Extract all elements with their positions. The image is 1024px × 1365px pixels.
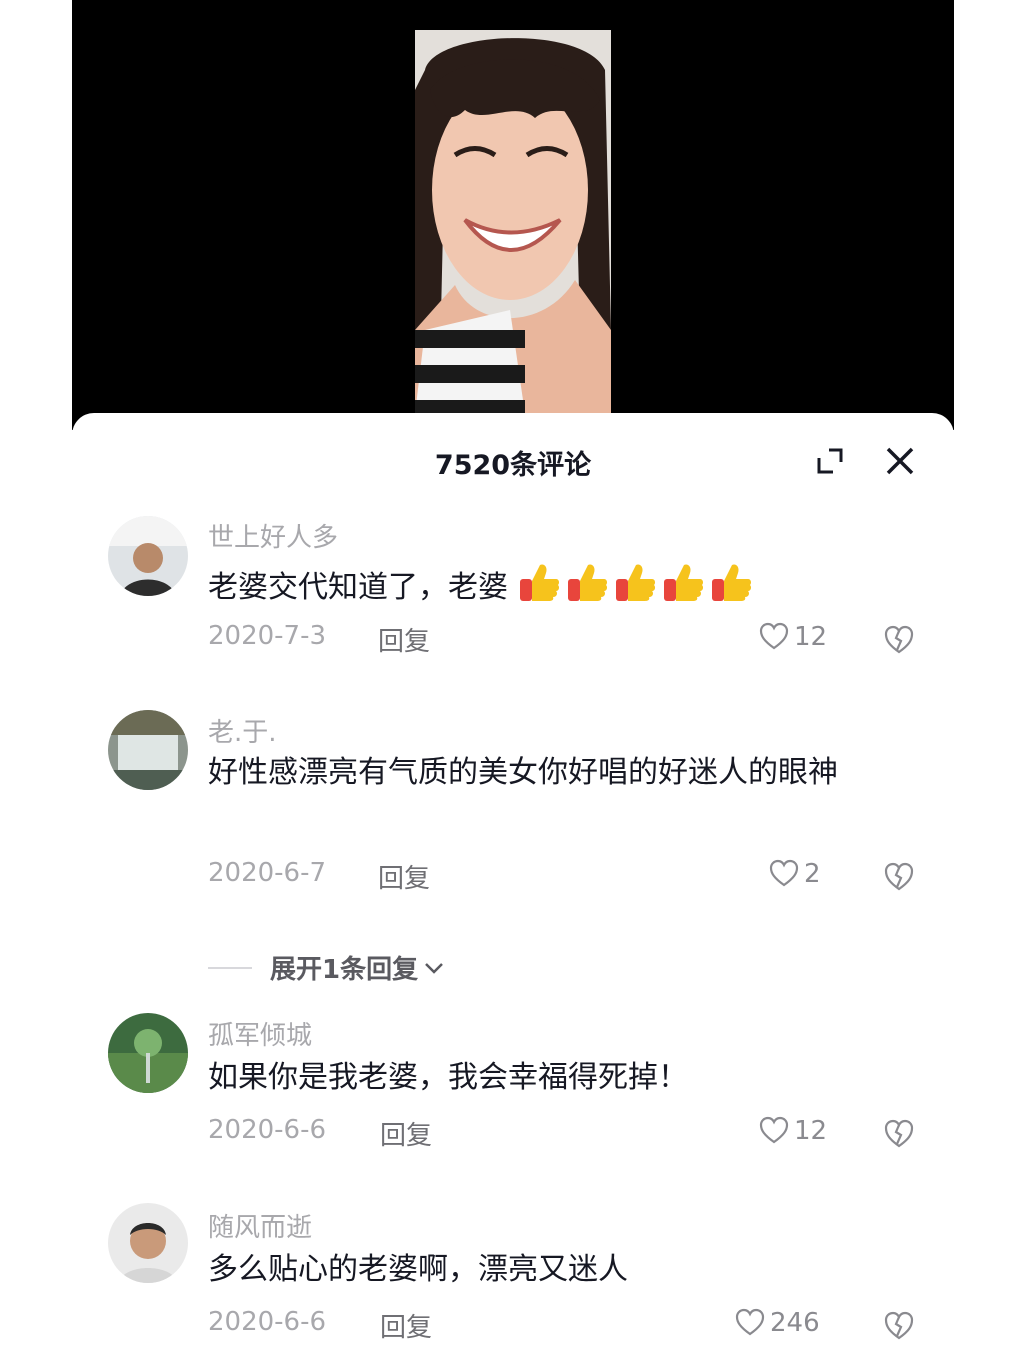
avatar-image — [108, 710, 188, 790]
thumbs-up-icon — [711, 564, 751, 601]
expand-replies-button[interactable]: 展开1条回复 — [208, 949, 446, 986]
comment-text-content: 老婆交代知道了，老婆 — [208, 570, 508, 605]
video-frame — [415, 30, 611, 414]
close-button[interactable] — [880, 441, 920, 481]
like-button[interactable]: 2 — [768, 858, 821, 890]
thumbs-up-icon — [519, 564, 559, 601]
comment-date: 2020-6-6 — [208, 1307, 327, 1337]
comment-text: 多么贴心的老婆啊，漂亮又迷人 — [208, 1252, 628, 1287]
avatar-image — [108, 516, 188, 596]
avatar-image — [108, 1203, 188, 1283]
like-button[interactable]: 12 — [758, 1115, 827, 1147]
comment-text: 老婆交代知道了，老婆 — [208, 561, 898, 611]
broken-heart-icon — [884, 862, 914, 891]
video-thumbnail-image — [415, 30, 611, 414]
expand-replies-label: 展开1条回复 — [270, 955, 419, 985]
dislike-button[interactable] — [882, 1309, 916, 1343]
heart-icon — [735, 1308, 765, 1336]
reply-button[interactable]: 回复 — [380, 1307, 432, 1344]
heart-icon — [759, 1116, 789, 1144]
broken-heart-icon — [884, 1311, 914, 1340]
comment-date: 2020-7-3 — [208, 621, 327, 651]
chevron-down-icon — [425, 962, 443, 974]
reply-button[interactable]: 回复 — [378, 858, 430, 895]
comment-text: 好性感漂亮有气质的美女你好唱的好迷人的眼神 — [208, 755, 838, 790]
expand-icon — [817, 448, 843, 474]
comment-item: 随风而逝 多么贴心的老婆啊，漂亮又迷人 2020-6-6 回复 246 — [72, 1203, 954, 1363]
reply-button[interactable]: 回复 — [378, 621, 430, 658]
comment-text: 如果你是我老婆，我会幸福得死掉！ — [208, 1060, 688, 1095]
emoji-group — [508, 564, 758, 605]
comment-username[interactable]: 世上好人多 — [208, 517, 338, 554]
like-button[interactable]: 12 — [758, 621, 827, 653]
like-count: 12 — [794, 622, 828, 652]
avatar[interactable] — [108, 710, 188, 790]
close-icon — [886, 447, 914, 475]
avatar-image — [108, 1013, 188, 1093]
comment-item: 老.于. 好性感漂亮有气质的美女你好唱的好迷人的眼神 2020-6-7 回复 2 — [72, 708, 954, 908]
dislike-button[interactable] — [882, 1117, 916, 1151]
avatar[interactable] — [108, 1203, 188, 1283]
reply-button[interactable]: 回复 — [380, 1115, 432, 1152]
like-count: 246 — [770, 1308, 820, 1338]
avatar[interactable] — [108, 516, 188, 596]
thumbs-up-icon — [615, 564, 655, 601]
thumbs-up-icon — [567, 564, 607, 601]
like-count: 2 — [804, 859, 821, 889]
page: 7520条评论 世上好人多 老婆交代知道了，老婆 2020-7-3 回复 12 … — [0, 0, 1024, 1365]
dislike-button[interactable] — [882, 860, 916, 894]
heart-icon — [769, 859, 799, 887]
comment-item: 世上好人多 老婆交代知道了，老婆 2020-7-3 回复 12 — [72, 513, 954, 673]
divider — [208, 966, 252, 969]
comment-date: 2020-6-6 — [208, 1115, 327, 1145]
comments-header: 7520条评论 — [72, 413, 954, 505]
comment-date: 2020-6-7 — [208, 858, 327, 888]
comment-username[interactable]: 随风而逝 — [208, 1207, 312, 1244]
comment-item: 孤军倾城 如果你是我老婆，我会幸福得死掉！ 2020-6-6 回复 12 — [72, 1011, 954, 1171]
comments-panel: 7520条评论 世上好人多 老婆交代知道了，老婆 2020-7-3 回复 12 … — [72, 413, 954, 1365]
broken-heart-icon — [884, 625, 914, 654]
thumbs-up-icon — [663, 564, 703, 601]
expand-button[interactable] — [810, 441, 850, 481]
dislike-button[interactable] — [882, 623, 916, 657]
video-player[interactable] — [72, 0, 954, 430]
like-button[interactable]: 246 — [734, 1307, 820, 1339]
heart-icon — [759, 622, 789, 650]
avatar[interactable] — [108, 1013, 188, 1093]
comment-username[interactable]: 老.于. — [208, 712, 277, 749]
comment-username[interactable]: 孤军倾城 — [208, 1015, 312, 1052]
broken-heart-icon — [884, 1119, 914, 1148]
like-count: 12 — [794, 1116, 828, 1146]
